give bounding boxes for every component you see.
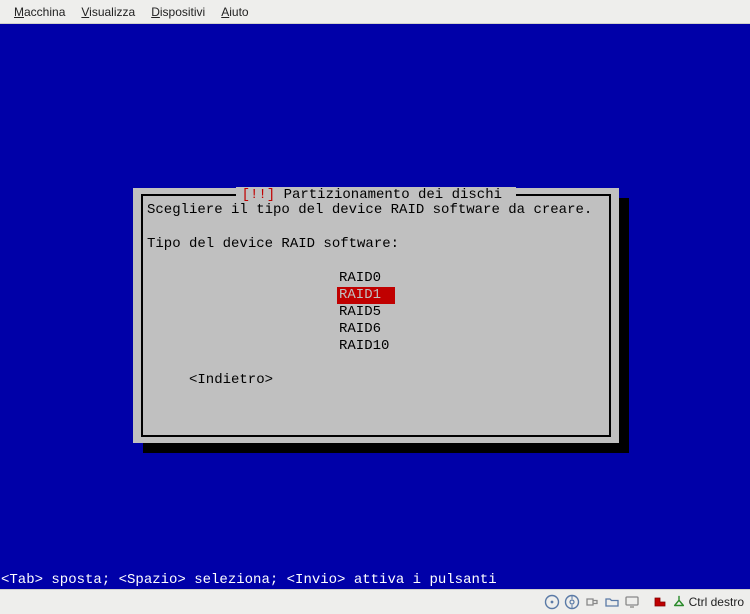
host-menubar: Macchina Visualizza Dispositivi Aiuto — [0, 0, 750, 24]
vm-state-icon — [652, 594, 668, 610]
host-key-label: Ctrl destro — [689, 595, 744, 609]
option-raid5[interactable]: RAID5 — [337, 304, 395, 321]
hard-disk-icon — [544, 594, 560, 610]
display-icon — [624, 594, 640, 610]
partition-dialog: [!!] Partizionamento dei dischi Sceglier… — [133, 188, 619, 443]
host-key-indicator: Ctrl destro — [672, 595, 744, 609]
option-raid6[interactable]: RAID6 — [337, 321, 395, 338]
shared-folder-icon — [604, 594, 620, 610]
optical-disk-icon — [564, 594, 580, 610]
menu-aiuto[interactable]: Aiuto — [213, 3, 256, 21]
usb-icon — [584, 594, 600, 610]
option-raid10[interactable]: RAID10 — [337, 338, 395, 355]
menu-macchina[interactable]: Macchina — [6, 3, 73, 21]
guest-console[interactable]: [!!] Partizionamento dei dischi Sceglier… — [0, 24, 750, 589]
raid-options: RAID0 RAID1 RAID5 RAID6 RAID10 — [337, 270, 605, 355]
field-label: Tipo del device RAID software: — [147, 236, 605, 253]
back-button[interactable]: <Indietro> — [189, 372, 273, 389]
menu-visualizza[interactable]: Visualizza — [73, 3, 143, 21]
hint-bar: <Tab> sposta; <Spazio> seleziona; <Invio… — [0, 572, 750, 589]
option-raid0[interactable]: RAID0 — [337, 270, 395, 287]
option-raid1[interactable]: RAID1 — [337, 287, 395, 304]
host-statusbar: Ctrl destro — [0, 589, 750, 614]
dialog-instruction: Scegliere il tipo del device RAID softwa… — [147, 202, 605, 219]
menu-dispositivi[interactable]: Dispositivi — [143, 3, 213, 21]
